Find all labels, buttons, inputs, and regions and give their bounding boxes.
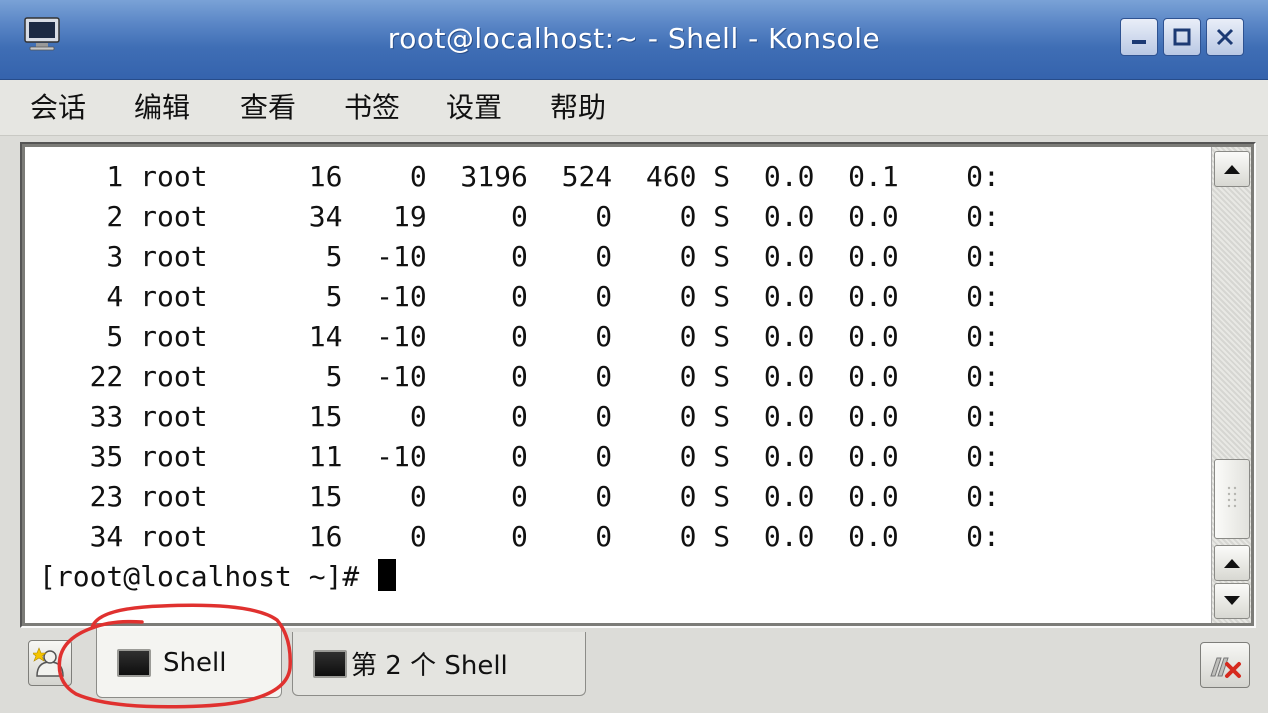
terminal-prompt-line: [root@localhost ~]# [39, 557, 397, 597]
terminal-line: 34 root 16 0 0 0 0 S 0.0 0.0 0: [39, 520, 1000, 553]
tab-shell-2[interactable]: 第 2 个 Shell [292, 632, 586, 696]
minimize-icon [1132, 40, 1146, 44]
menu-settings[interactable]: 设置 [446, 86, 502, 130]
menu-edit[interactable]: 编辑 [134, 86, 190, 130]
maximize-button[interactable] [1163, 18, 1201, 56]
new-session-icon [33, 647, 64, 677]
menu-bookmarks[interactable]: 书签 [344, 86, 400, 130]
terminal-line: 4 root 5 -10 0 0 0 S 0.0 0.0 0: [39, 280, 1000, 313]
grip-icon [1227, 486, 1237, 508]
text-cursor [378, 559, 397, 591]
scroll-up-button[interactable] [1214, 545, 1250, 581]
terminal-line: 5 root 14 -10 0 0 0 S 0.0 0.0 0: [39, 320, 1000, 353]
close-session-icon [1210, 657, 1241, 678]
terminal-line: 1 root 16 0 3196 524 460 S 0.0 0.1 0: [39, 160, 1000, 193]
vertical-scrollbar[interactable] [1211, 147, 1251, 623]
arrow-down-icon [1224, 596, 1240, 605]
title-bar[interactable]: root@localhost:~ - Shell - Konsole [0, 0, 1268, 80]
minimize-button[interactable] [1120, 18, 1158, 56]
terminal-line: 35 root 11 -10 0 0 0 S 0.0 0.0 0: [39, 440, 1000, 473]
tab-label: Shell [163, 647, 227, 678]
terminal-output[interactable]: 1 root 16 0 3196 524 460 S 0.0 0.1 0: 2 … [25, 147, 1211, 623]
tab-label: 第 2 个 Shell [351, 651, 508, 681]
terminal-line: 3 root 5 -10 0 0 0 S 0.0 0.0 0: [39, 240, 1000, 273]
close-icon [1216, 28, 1234, 46]
terminal-icon [117, 648, 151, 677]
menu-session[interactable]: 会话 [30, 86, 86, 130]
arrow-up-icon [1224, 559, 1240, 568]
scroll-up-top-button[interactable] [1214, 151, 1250, 187]
tab-shell[interactable]: Shell [96, 628, 282, 698]
menu-help[interactable]: 帮助 [550, 86, 606, 130]
scrollbar-thumb[interactable] [1214, 459, 1250, 539]
maximize-icon [1173, 28, 1191, 46]
new-session-button[interactable] [28, 640, 72, 686]
terminal-line: 22 root 5 -10 0 0 0 S 0.0 0.0 0: [39, 360, 1000, 393]
arrow-up-icon [1224, 165, 1240, 174]
session-tab-bar: Shell 第 2 个 Shell [0, 628, 1268, 713]
window-title: root@localhost:~ - Shell - Konsole [387, 22, 881, 55]
terminal-line: 33 root 15 0 0 0 0 S 0.0 0.0 0: [39, 400, 1000, 433]
terminal-line: 23 root 15 0 0 0 0 S 0.0 0.0 0: [39, 480, 1000, 513]
close-session-button[interactable] [1200, 642, 1250, 688]
shell-prompt: [root@localhost ~]# [39, 560, 377, 593]
terminal-icon [313, 649, 347, 678]
terminal-frame: 1 root 16 0 3196 524 460 S 0.0 0.1 0: 2 … [20, 142, 1256, 628]
menu-view[interactable]: 查看 [240, 86, 296, 130]
scroll-down-button[interactable] [1214, 583, 1250, 619]
terminal-line: 2 root 34 19 0 0 0 S 0.0 0.0 0: [39, 200, 1000, 233]
close-button[interactable] [1206, 18, 1244, 56]
menu-bar: 会话 编辑 查看 书签 设置 帮助 [0, 80, 1268, 136]
